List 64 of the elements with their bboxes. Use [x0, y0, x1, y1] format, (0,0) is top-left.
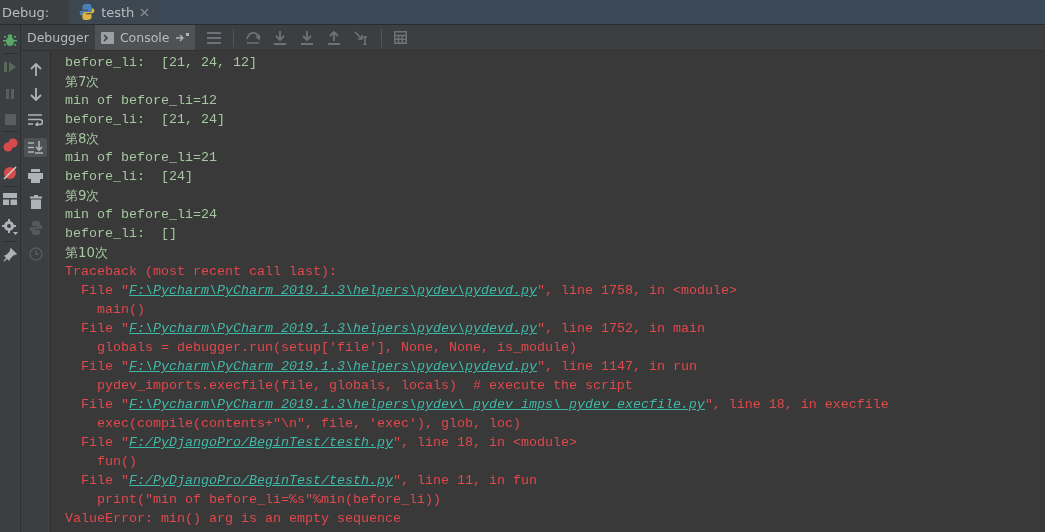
- output-line: 第10次: [65, 244, 109, 262]
- step-out-icon[interactable]: [326, 30, 341, 45]
- breakpoints-icon[interactable]: [2, 138, 18, 152]
- error-line: print("min of before_li=%s"%min(before_li)): [96, 491, 442, 509]
- output-line: before_li: [21, 24]: [65, 111, 226, 129]
- error-line: Traceback (most recent call last):: [65, 263, 338, 281]
- run-to-cursor-icon[interactable]: [353, 30, 369, 45]
- output-line: before_li: [24]: [65, 168, 194, 186]
- menu-icon[interactable]: [206, 31, 221, 44]
- output-line: 第8次: [65, 130, 101, 148]
- output-line: before_li: [21, 24, 12]: [65, 54, 258, 72]
- settings-icon[interactable]: [2, 219, 18, 235]
- clock-icon[interactable]: [28, 247, 43, 261]
- down-arrow-icon[interactable]: [29, 88, 42, 101]
- pause-icon[interactable]: [4, 88, 16, 100]
- output-line: min of before_li=21: [65, 149, 218, 167]
- resume-icon[interactable]: [3, 60, 17, 74]
- traceback-line: File "F:\Pycharm\PyCharm 2019.1.3\helpers\pydev\pydevd.py", line 1752, in main: [80, 320, 706, 338]
- stop-icon[interactable]: [4, 114, 16, 125]
- output-line: 第7次: [65, 73, 101, 91]
- error-line: ValueError: min() arg is an empty sequence: [65, 510, 402, 528]
- file-link[interactable]: F:\Pycharm\PyCharm 2019.1.3\helpers\pydev\pydevd.py: [129, 283, 537, 298]
- output-line: before_li: []: [65, 225, 178, 243]
- file-link[interactable]: F:\Pycharm\PyCharm 2019.1.3\helpers\pydev\pydevd.py: [129, 359, 537, 374]
- scroll-to-end-icon[interactable]: [28, 141, 43, 154]
- run-tab[interactable]: testh: [69, 0, 160, 24]
- error-line: fun(): [96, 453, 138, 471]
- traceback-line: File "F:\Pycharm\PyCharm 2019.1.3\helpers\pydev\_pydev_imps\_pydev_execfile.py", line 18, in execfile: [80, 396, 890, 414]
- bug-icon[interactable]: [3, 33, 17, 47]
- layout-icon[interactable]: [3, 193, 17, 205]
- traceback-line: File "F:/PyDjangoPro/BeginTest/testh.py", line 11, in fun: [80, 472, 538, 490]
- muted-breakpoint-icon[interactable]: [3, 166, 17, 180]
- tab[interactable]: Console: [94, 25, 195, 50]
- console-icon: [100, 31, 114, 44]
- trash-icon[interactable]: [29, 195, 42, 209]
- step-into-icon[interactable]: [299, 30, 314, 45]
- traceback-line: File "F:/PyDjangoPro/BeginTest/testh.py", line 18, in <module>: [80, 434, 578, 452]
- close-icon[interactable]: [140, 7, 150, 17]
- output-line: 第9次: [65, 187, 101, 205]
- calculator-icon[interactable]: [393, 31, 407, 44]
- print-icon[interactable]: [28, 169, 43, 183]
- file-link[interactable]: F:\Pycharm\PyCharm 2019.1.3\helpers\pydev\_pydev_imps\_pydev_execfile.py: [129, 397, 705, 412]
- pin-icon[interactable]: [3, 248, 17, 262]
- up-arrow-icon[interactable]: [29, 63, 42, 76]
- file-link[interactable]: F:\Pycharm\PyCharm 2019.1.3\helpers\pydev\pydevd.py: [129, 321, 537, 336]
- tab-label: testh: [101, 4, 135, 20]
- soft-wrap-icon[interactable]: [28, 113, 43, 126]
- python-icon[interactable]: [28, 221, 43, 235]
- traceback-line: File "F:\Pycharm\PyCharm 2019.1.3\helpers\pydev\pydevd.py", line 1758, in <module>: [80, 282, 738, 300]
- tab[interactable]: Debugger: [21, 25, 95, 50]
- debug-title: Debug:: [0, 0, 70, 24]
- step-over-icon[interactable]: [245, 31, 260, 44]
- output-line: min of before_li=12: [65, 92, 218, 110]
- error-line: main(): [96, 301, 146, 319]
- error-line: globals = debugger.run(setup['file'], None, None, is_module): [96, 339, 578, 357]
- error-line: exec(compile(contents+"\n", file, 'exec'), glob, loc): [96, 415, 522, 433]
- error-line: pydev_imports.execfile(file, globals, locals) # execute the script: [96, 377, 634, 395]
- python-file-icon: [79, 4, 96, 20]
- file-link[interactable]: F:/PyDjangoPro/BeginTest/testh.py: [129, 473, 393, 488]
- file-link[interactable]: F:/PyDjangoPro/BeginTest/testh.py: [129, 435, 393, 450]
- step-into-icon[interactable]: [272, 30, 287, 45]
- output-line: min of before_li=24: [65, 206, 218, 224]
- traceback-line: File "F:\Pycharm\PyCharm 2019.1.3\helpers\pydev\pydevd.py", line 1147, in run: [80, 358, 698, 376]
- pin-tab-icon[interactable]: [175, 33, 189, 42]
